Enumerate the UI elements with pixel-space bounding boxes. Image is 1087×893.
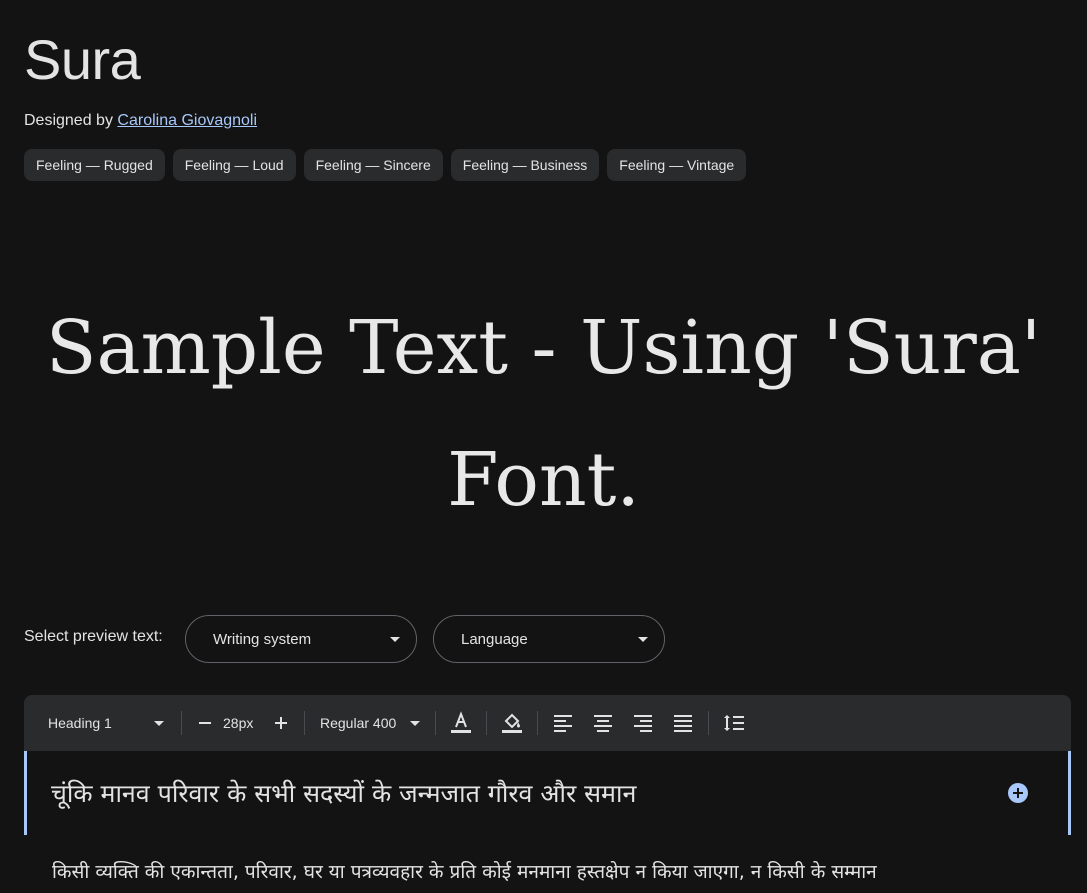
preview-text-label: Select preview text: — [24, 628, 163, 645]
tag-vintage[interactable]: Feeling — Vintage — [607, 149, 747, 181]
toolbar-divider — [537, 711, 538, 735]
tag-list: Feeling — Rugged Feeling — Loud Feeling … — [24, 149, 747, 181]
preview-heading-text[interactable]: चूंकि मानव परिवार के सभी सदस्यों के जन्म… — [51, 776, 636, 810]
writing-system-select[interactable]: Writing system — [185, 615, 417, 663]
preview-body-text[interactable]: किसी व्यक्ति की एकान्तता, परिवार, घर या … — [52, 858, 1072, 884]
toolbar-divider — [708, 711, 709, 735]
align-right-icon — [634, 715, 652, 732]
toolbar-divider — [435, 711, 436, 735]
chevron-down-icon — [154, 720, 164, 726]
background-color-button[interactable] — [492, 703, 532, 743]
font-weight-select[interactable]: Regular 400 — [310, 715, 430, 731]
plus-icon — [1013, 788, 1023, 798]
language-value: Language — [461, 630, 528, 648]
designer-line: Designed by Carolina Giovagnoli — [24, 110, 257, 132]
chevron-down-icon — [638, 636, 648, 642]
align-right-button[interactable] — [623, 703, 663, 743]
decrease-size-button[interactable] — [187, 705, 223, 741]
font-weight-value: Regular 400 — [320, 715, 397, 731]
language-select[interactable]: Language — [433, 615, 665, 663]
add-preview-button[interactable] — [1008, 783, 1028, 803]
fill-color-icon — [502, 713, 522, 733]
designer-link[interactable]: Carolina Giovagnoli — [117, 112, 257, 129]
designed-by-label: Designed by — [24, 112, 113, 129]
tag-loud[interactable]: Feeling — Loud — [172, 149, 296, 181]
line-height-button[interactable] — [714, 703, 754, 743]
toolbar-divider — [181, 711, 182, 735]
align-justify-icon — [674, 715, 692, 732]
minus-icon — [199, 722, 211, 724]
align-left-icon — [554, 715, 572, 732]
type-toolbar: Heading 1 28px Regular 400 — [24, 695, 1071, 751]
increase-size-button[interactable] — [263, 705, 299, 741]
toolbar-divider — [304, 711, 305, 735]
toolbar-divider — [486, 711, 487, 735]
preview-heading-row[interactable]: चूंकि मानव परिवार के सभी सदस्यों के जन्म… — [24, 751, 1071, 835]
line-height-icon — [724, 715, 744, 731]
text-style-value: Heading 1 — [48, 715, 112, 731]
align-justify-button[interactable] — [663, 703, 703, 743]
tag-sincere[interactable]: Feeling — Sincere — [303, 149, 443, 181]
text-style-select[interactable]: Heading 1 — [36, 715, 176, 731]
tag-business[interactable]: Feeling — Business — [450, 149, 600, 181]
font-title: Sura — [24, 28, 141, 91]
align-center-button[interactable] — [583, 703, 623, 743]
writing-system-value: Writing system — [213, 630, 312, 648]
align-center-icon — [594, 715, 612, 732]
sample-text: Sample Text - Using 'Sura' Font. — [45, 305, 1042, 523]
tag-rugged[interactable]: Feeling — Rugged — [24, 149, 165, 181]
text-color-icon — [451, 711, 471, 733]
plus-icon — [275, 717, 287, 729]
chevron-down-icon — [390, 636, 400, 642]
font-size-value[interactable]: 28px — [223, 715, 263, 731]
chevron-down-icon — [410, 720, 420, 726]
text-color-button[interactable] — [441, 703, 481, 743]
align-left-button[interactable] — [543, 703, 583, 743]
font-page: Sura Designed by Carolina Giovagnoli Fee… — [0, 0, 1087, 893]
